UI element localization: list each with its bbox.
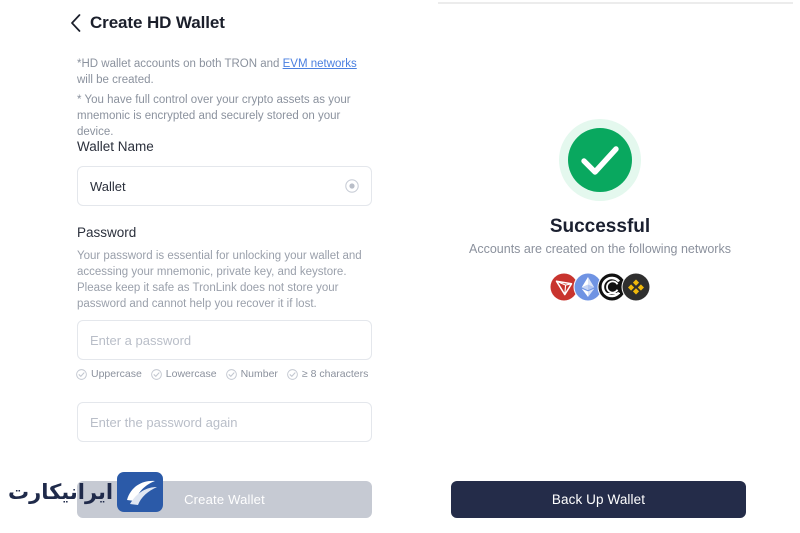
success-subtitle: Accounts are created on the following ne…	[469, 242, 731, 256]
check-circle-icon	[76, 368, 87, 380]
password-rules: Uppercase Lowercase Number ≥ 8 character…	[76, 368, 368, 380]
password-label: Password	[77, 225, 137, 240]
password-input[interactable]	[90, 332, 359, 348]
password-rule-label: Lowercase	[165, 368, 217, 380]
back-arrow-icon[interactable]	[70, 14, 81, 32]
note-text-after: will be created.	[77, 74, 154, 86]
green-check-circle-icon	[559, 119, 641, 201]
wallet-name-input[interactable]	[90, 178, 345, 194]
evm-networks-link[interactable]: EVM networks	[283, 58, 357, 70]
iranicart-logo-icon	[117, 472, 164, 512]
password-rule-uppercase: Uppercase	[76, 368, 142, 380]
page-title: Create HD Wallet	[90, 13, 225, 32]
note-text-before: *HD wallet accounts on both TRON and	[77, 58, 283, 70]
app-root: Create HD Wallet *HD wallet accounts on …	[0, 0, 800, 533]
check-circle-icon	[150, 368, 162, 380]
check-circle-icon	[225, 368, 237, 380]
password-rule-number: Number	[225, 368, 278, 380]
bnb-network-icon	[621, 272, 651, 302]
watermark-text: ایرانیکارت	[8, 480, 114, 504]
clear-circle-icon[interactable]	[345, 179, 359, 193]
success-title: Successful	[549, 216, 651, 237]
network-icons-row	[400, 272, 800, 302]
hd-wallet-note: *HD wallet accounts on both TRON and EVM…	[77, 56, 373, 88]
password-confirm-input[interactable]	[90, 414, 359, 430]
create-wallet-panel: Create HD Wallet *HD wallet accounts on …	[0, 0, 400, 533]
password-rule-lowercase: Lowercase	[150, 368, 217, 380]
page-header: Create HD Wallet	[70, 13, 225, 33]
wallet-name-field[interactable]	[77, 166, 372, 206]
password-rule-label: Uppercase	[91, 368, 142, 380]
backup-wallet-button[interactable]: Back Up Wallet	[451, 481, 746, 518]
wallet-name-label: Wallet Name	[77, 139, 154, 154]
password-rule-label: Number	[240, 368, 278, 380]
password-rule-length: ≥ 8 characters	[287, 368, 368, 380]
panel-top-divider	[438, 2, 793, 4]
success-panel: Successful Accounts are created on the f…	[400, 0, 800, 533]
password-confirm-field[interactable]	[77, 402, 372, 442]
password-hint-text: Your password is essential for unlocking…	[77, 250, 362, 310]
check-circle-icon	[287, 368, 298, 380]
password-rule-label: ≥ 8 characters	[301, 368, 369, 380]
mnemonic-note: * You have full control over your crypto…	[77, 94, 351, 138]
password-field[interactable]	[77, 320, 372, 360]
watermark: ایرانیکارت	[8, 470, 165, 514]
